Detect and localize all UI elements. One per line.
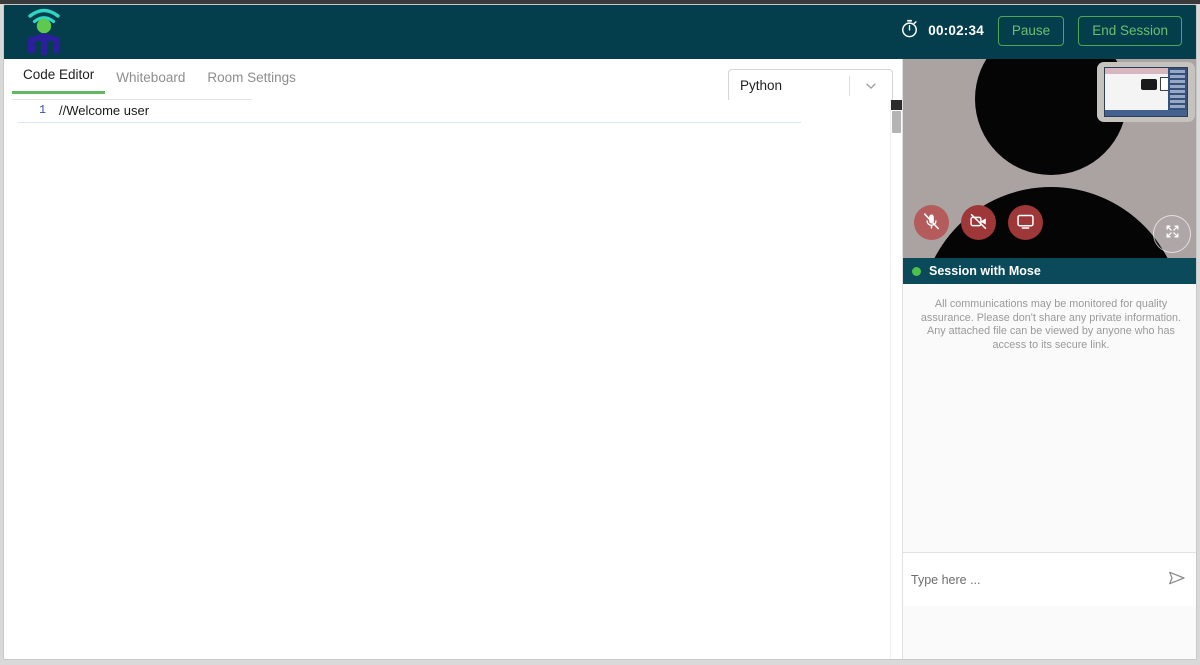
video-controls [914, 205, 1043, 240]
stopwatch-icon [900, 19, 919, 43]
chevron-down-icon[interactable] [850, 79, 892, 93]
editor-scrollbar-cap [891, 100, 902, 110]
chat-input[interactable] [903, 571, 1155, 588]
session-panel: Session with Mose All communications may… [902, 59, 1196, 659]
mic-off-button[interactable] [914, 205, 949, 240]
tutor-wifi-person-logo-icon[interactable] [21, 5, 67, 59]
expand-fullscreen-icon [1164, 223, 1181, 245]
chat-disclaimer: All communications may be monitored for … [920, 298, 1182, 351]
tab-whiteboard[interactable]: Whiteboard [105, 68, 196, 94]
screen-share-icon [1016, 212, 1035, 234]
chat-panel: All communications may be monitored for … [903, 284, 1196, 606]
editor-scrollbar[interactable] [890, 100, 902, 659]
code-editor-content[interactable]: 1 //Welcome user [4, 100, 890, 659]
mic-off-icon [922, 212, 941, 234]
editor-scrollbar-thumb[interactable] [892, 111, 901, 133]
end-session-button[interactable]: End Session [1078, 16, 1182, 46]
self-view-screen-icon [1104, 67, 1188, 117]
code-line-text[interactable]: //Welcome user [48, 103, 149, 118]
app-header: 00:02:34 Pause End Session [4, 5, 1196, 59]
send-paper-plane-icon [1167, 568, 1187, 591]
session-title: Session with Mose [929, 264, 1041, 278]
code-line-underline [18, 122, 801, 123]
status-online-dot-icon [912, 266, 921, 276]
send-message-button[interactable] [1155, 567, 1196, 592]
pause-button[interactable]: Pause [997, 16, 1065, 46]
tab-code-editor[interactable]: Code Editor [12, 65, 106, 94]
session-timer: 00:02:34 [900, 19, 984, 43]
screen-share-button[interactable] [1008, 205, 1043, 240]
tab-room-settings[interactable]: Room Settings [196, 68, 307, 94]
camera-off-button[interactable] [961, 205, 996, 240]
language-select-value: Python [740, 78, 783, 93]
video-area[interactable] [903, 59, 1196, 258]
camera-off-icon [969, 212, 988, 234]
code-line[interactable]: 1 //Welcome user [4, 100, 890, 123]
page-card: 00:02:34 Pause End Session Code Editor W… [3, 4, 1197, 660]
code-line-number: 1 [39, 103, 46, 117]
header-controls: 00:02:34 Pause End Session [900, 16, 1182, 46]
code-editor[interactable]: 1 //Welcome user [4, 100, 902, 659]
self-view-thumbnail[interactable] [1097, 62, 1195, 122]
app-root: 00:02:34 Pause End Session Code Editor W… [0, 0, 1200, 665]
timer-value: 00:02:34 [928, 23, 984, 39]
tab-list: Code Editor Whiteboard Room Settings [12, 65, 307, 94]
expand-video-button[interactable] [1153, 215, 1191, 253]
session-status-bar: Session with Mose [903, 258, 1196, 284]
language-select[interactable]: Python [728, 69, 893, 102]
chat-input-row[interactable] [903, 552, 1196, 606]
